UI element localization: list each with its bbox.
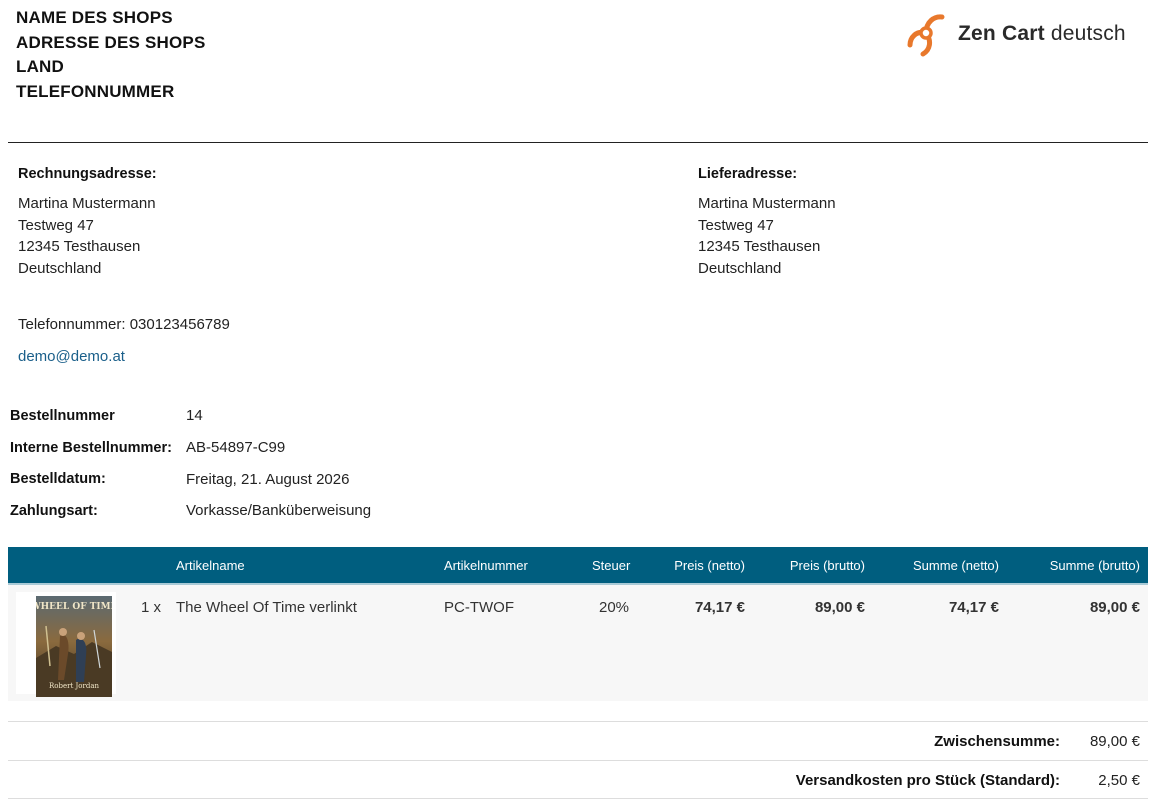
shipping-address-line: Deutschland: [698, 259, 782, 277]
shop-info: NAME DES SHOPS ADRESSE DES SHOPS LAND TE…: [16, 6, 206, 104]
shipping-cost-label: Versandkosten pro Stück (Standard):: [795, 771, 1060, 789]
order-date-value: Freitag, 21. August 2026: [186, 470, 350, 488]
billing-address-line: 12345 Testhausen: [18, 238, 141, 255]
subtotal-label: Zwischensumme:: [934, 733, 1060, 750]
billing-address-title: Rechnungsadresse:: [18, 166, 157, 182]
totals-row: Zwischensumme: 89,00 €: [8, 721, 1148, 760]
payment-method-label: Zahlungsart:: [10, 502, 98, 519]
zen-cart-swirl-icon: [907, 14, 945, 57]
order-meta-row: Bestellnummer 14: [10, 400, 371, 432]
products-table-header: Artikelname Artikelnummer Steuer Preis (…: [8, 547, 1148, 585]
shipping-address-line: 12345 Testhausen: [698, 238, 821, 255]
logo-suffix: deutsch: [1050, 21, 1126, 45]
logo-text: Zen Cart deutsch: [958, 22, 1126, 46]
shipping-cost-value: 2,50 €: [1098, 771, 1140, 789]
column-header-tax: Steuer: [592, 558, 631, 573]
order-meta-row: Bestelldatum: Freitag, 21. August 2026: [10, 463, 371, 495]
product-total-net: 74,17 €: [948, 599, 999, 616]
internal-order-number-label: Interne Bestellnummer:: [10, 439, 172, 456]
column-header-product-name: Artikelname: [176, 558, 245, 573]
product-quantity: 1 x: [141, 599, 162, 616]
product-name: The Wheel Of Time verlinkt: [176, 599, 357, 616]
product-model: PC-TWOF: [444, 599, 514, 616]
billing-address-line: Martina Mustermann: [18, 195, 156, 212]
header-divider: [8, 142, 1148, 143]
order-totals: Zwischensumme: 89,00 € Versandkosten pro…: [8, 721, 1148, 799]
internal-order-number-value: AB-54897-C99: [186, 439, 286, 457]
shop-name: NAME DES SHOPS: [16, 8, 173, 27]
product-price-net: 74,17 €: [694, 599, 745, 616]
totals-row: Versandkosten pro Stück (Standard): 2,50…: [8, 759, 1148, 799]
shipping-address-line: Martina Mustermann: [698, 195, 836, 212]
customer-email-link[interactable]: demo@demo.at: [18, 348, 125, 365]
column-header-total-net: Summe (netto): [913, 558, 999, 573]
order-date-label: Bestelldatum:: [10, 471, 106, 488]
products-table: Artikelname Artikelnummer Steuer Preis (…: [8, 547, 1148, 701]
shop-phone: TELEFONNUMMER: [16, 81, 175, 101]
product-thumbnail[interactable]: WHEEL OF TIME Robert Jordan: [16, 592, 116, 697]
shipping-address-line: Testweg 47: [698, 216, 774, 234]
product-price-gross: 89,00 €: [814, 599, 865, 616]
logo-brand: Zen Cart: [958, 21, 1045, 45]
shop-address: ADRESSE DES SHOPS: [16, 32, 206, 52]
column-header-total-gross: Summe (brutto): [1049, 558, 1140, 573]
shop-country: LAND: [16, 57, 65, 76]
order-number-label: Bestellnummer: [10, 407, 115, 424]
column-header-model: Artikelnummer: [444, 558, 528, 573]
zen-cart-logo: Zen Cart deutsch: [904, 10, 1126, 57]
billing-address-line: Testweg 47: [18, 216, 94, 234]
order-number-value: 14: [186, 407, 203, 425]
book-cover-image: WHEEL OF TIME Robert Jordan: [36, 596, 112, 697]
order-meta-row: Zahlungsart: Vorkasse/Banküberweisung: [10, 495, 371, 527]
book-title-text: WHEEL OF TIME: [36, 602, 112, 612]
billing-address-line: Deutschland: [18, 259, 102, 277]
billing-address: Rechnungsadresse: Martina Mustermann Tes…: [18, 166, 157, 279]
order-meta: Bestellnummer 14 Interne Bestellnummer: …: [10, 400, 371, 527]
payment-method-value: Vorkasse/Banküberweisung: [186, 502, 372, 520]
product-tax: 20%: [599, 599, 630, 616]
book-author-text: Robert Jordan: [49, 682, 100, 690]
order-meta-row: Interne Bestellnummer: AB-54897-C99: [10, 432, 371, 464]
shipping-address-title: Lieferadresse:: [698, 166, 798, 182]
product-total-gross: 89,00 €: [1089, 599, 1140, 616]
column-header-price-gross: Preis (brutto): [789, 558, 865, 573]
table-row: WHEEL OF TIME Robert Jordan 1 x The Whee…: [8, 585, 1148, 701]
subtotal-value: 89,00 €: [1089, 733, 1140, 750]
customer-phone: Telefonnummer: 030123456789: [18, 316, 230, 333]
column-header-price-net: Preis (netto): [674, 558, 745, 573]
shipping-address: Lieferadresse: Martina Mustermann Testwe…: [698, 166, 836, 279]
